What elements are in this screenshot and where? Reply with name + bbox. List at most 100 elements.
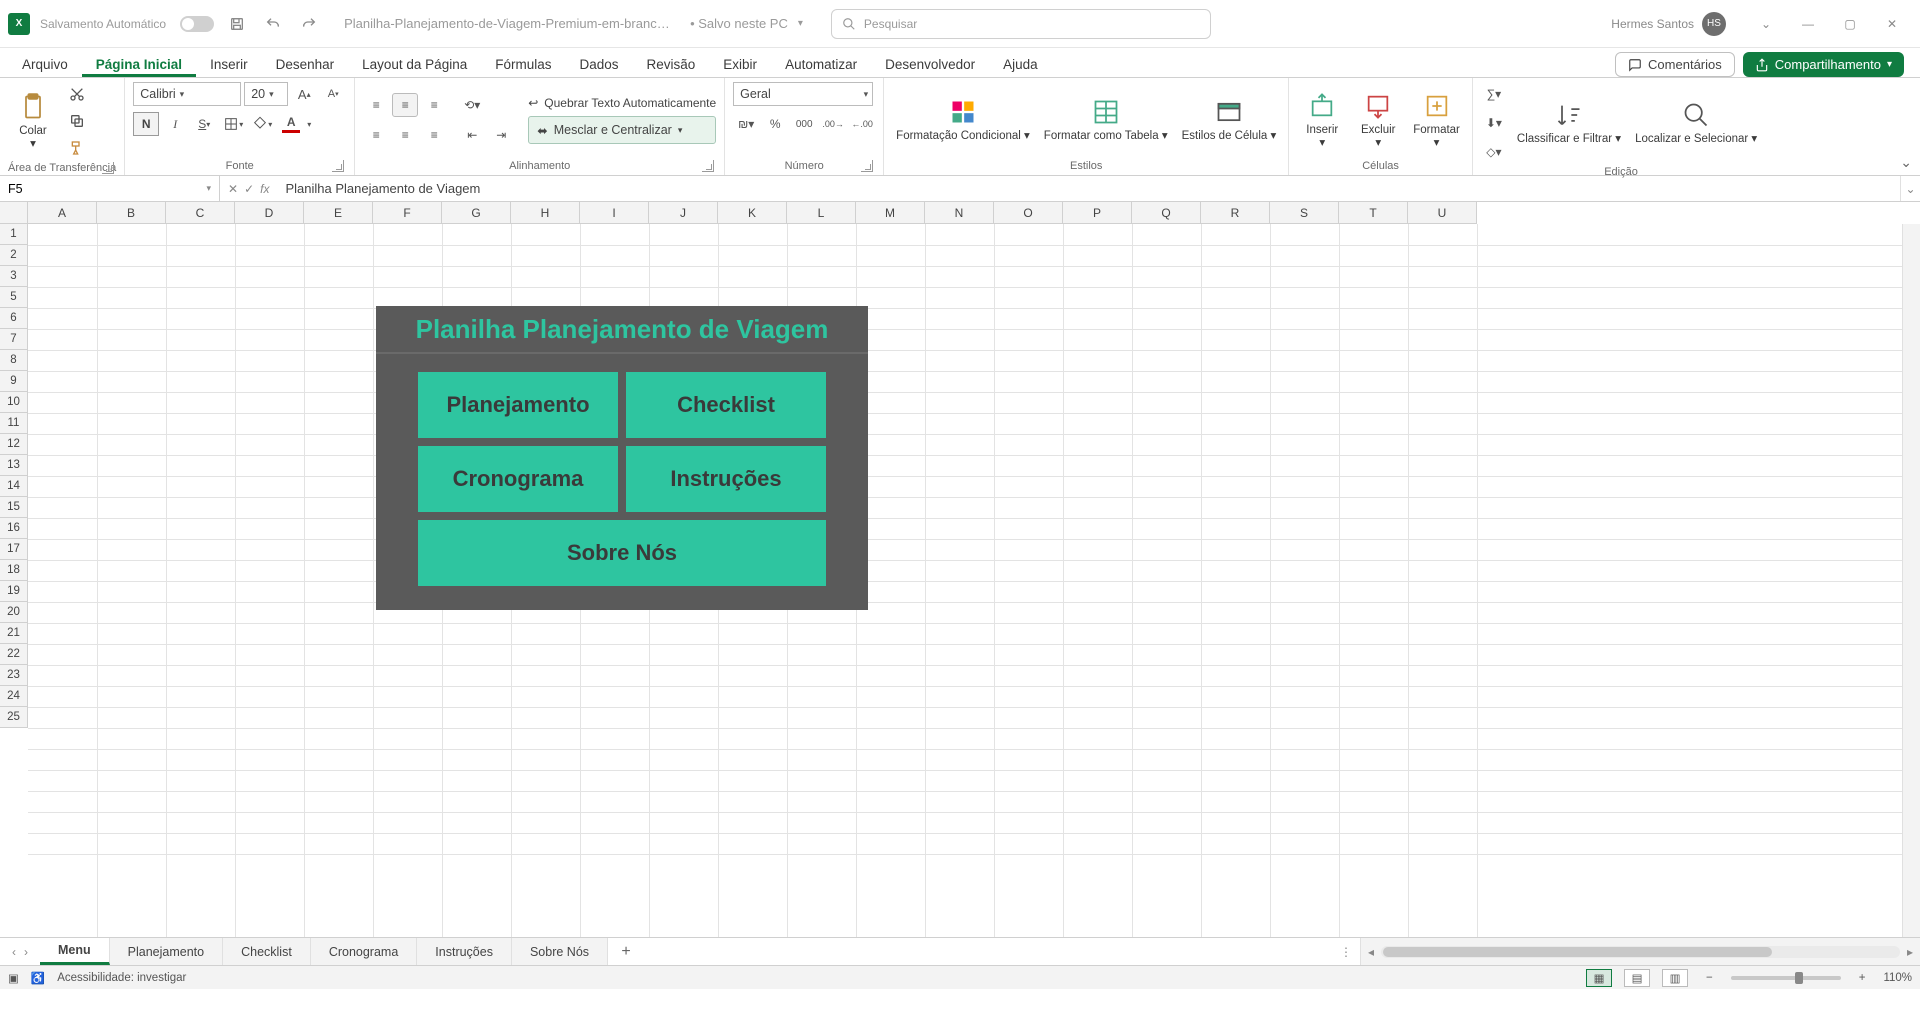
align-center-icon[interactable]: ≡	[392, 123, 418, 147]
wrap-text-button[interactable]: ↩ Quebrar Texto Automaticamente	[528, 96, 716, 110]
tab-revisao[interactable]: Revisão	[633, 51, 710, 77]
page-layout-view-icon[interactable]: ▤	[1624, 969, 1650, 987]
underline-button[interactable]: S ▾	[191, 112, 217, 136]
select-all-corner[interactable]	[0, 202, 28, 224]
row-header[interactable]: 17	[0, 539, 28, 560]
cut-icon[interactable]	[64, 82, 90, 106]
chevron-down-icon[interactable]: ▾	[206, 183, 211, 194]
record-macro-icon[interactable]: ▣	[8, 971, 19, 985]
redo-icon[interactable]	[296, 11, 322, 37]
row-header[interactable]: 5	[0, 287, 28, 308]
sheet-tab-cronograma[interactable]: Cronograma	[311, 938, 417, 965]
col-header[interactable]: R	[1201, 202, 1270, 224]
tab-scroll-left-icon[interactable]: ‹	[12, 945, 16, 959]
delete-cells-button[interactable]: Excluir▾	[1353, 88, 1403, 152]
scroll-right-icon[interactable]: ▸	[1900, 945, 1920, 959]
tab-arquivo[interactable]: Arquivo	[8, 51, 82, 77]
insert-cells-button[interactable]: Inserir▾	[1297, 88, 1347, 152]
bold-button[interactable]: N	[133, 112, 159, 136]
col-header[interactable]: A	[28, 202, 97, 224]
col-header[interactable]: O	[994, 202, 1063, 224]
col-header[interactable]: H	[511, 202, 580, 224]
row-header[interactable]: 23	[0, 665, 28, 686]
font-color-button[interactable]: A	[278, 112, 304, 136]
dialog-launcher-icon[interactable]	[102, 162, 114, 174]
borders-button[interactable]: ▾	[220, 112, 246, 136]
merge-center-button[interactable]: ⬌ Mesclar e Centralizar ▾	[528, 116, 716, 144]
format-cells-button[interactable]: Formatar▾	[1409, 88, 1464, 152]
tab-desenhar[interactable]: Desenhar	[262, 51, 349, 77]
chevron-down-icon[interactable]: ▾	[798, 18, 803, 29]
row-headers[interactable]: 1235678910111213141516171819202122232425	[0, 224, 28, 937]
row-header[interactable]: 9	[0, 371, 28, 392]
increase-decimal-icon[interactable]: .00→	[820, 112, 846, 136]
horizontal-scrollbar[interactable]: ◂ ▸	[1360, 938, 1920, 965]
sheet-tab-checklist[interactable]: Checklist	[223, 938, 311, 965]
decrease-font-icon[interactable]: A▾	[320, 82, 346, 106]
tab-layout[interactable]: Layout da Página	[348, 51, 481, 77]
cells-area[interactable]: Planilha Planejamento de Viagem Planejam…	[28, 224, 1902, 937]
fill-icon[interactable]: ⬇▾	[1481, 111, 1507, 135]
add-sheet-button[interactable]: +	[608, 938, 644, 965]
align-right-icon[interactable]: ≡	[421, 123, 447, 147]
align-top-icon[interactable]: ≡	[363, 93, 389, 117]
autosave-toggle[interactable]	[180, 16, 214, 32]
increase-font-icon[interactable]: A▴	[291, 82, 317, 106]
vertical-scrollbar[interactable]	[1902, 224, 1920, 937]
dialog-launcher-icon[interactable]	[702, 160, 714, 172]
page-break-view-icon[interactable]: ▥	[1662, 969, 1688, 987]
menu-cell-instrucoes[interactable]: Instruções	[626, 446, 826, 512]
row-header[interactable]: 25	[0, 707, 28, 728]
col-header[interactable]: D	[235, 202, 304, 224]
col-header[interactable]: P	[1063, 202, 1132, 224]
row-header[interactable]: 18	[0, 560, 28, 581]
row-header[interactable]: 11	[0, 413, 28, 434]
tab-dados[interactable]: Dados	[565, 51, 632, 77]
undo-icon[interactable]	[260, 11, 286, 37]
col-header[interactable]: F	[373, 202, 442, 224]
number-format-combo[interactable]: Geral▾	[733, 82, 873, 106]
col-header[interactable]: E	[304, 202, 373, 224]
tab-scroll-right-icon[interactable]: ›	[24, 945, 28, 959]
row-header[interactable]: 16	[0, 518, 28, 539]
percent-format-icon[interactable]: %	[762, 112, 788, 136]
col-header[interactable]: Q	[1132, 202, 1201, 224]
row-header[interactable]: 19	[0, 581, 28, 602]
cancel-formula-icon[interactable]: ✕	[228, 182, 238, 196]
col-header[interactable]: N	[925, 202, 994, 224]
format-as-table-button[interactable]: Formatar como Tabela ▾	[1040, 94, 1172, 145]
conditional-formatting-button[interactable]: Formatação Condicional ▾	[892, 94, 1034, 145]
zoom-out-button[interactable]: −	[1700, 972, 1719, 984]
italic-button[interactable]: I	[162, 112, 188, 136]
tab-exibir[interactable]: Exibir	[709, 51, 771, 77]
maximize-icon[interactable]: ▢	[1830, 10, 1870, 38]
comments-button[interactable]: Comentários	[1615, 52, 1735, 77]
tab-formulas[interactable]: Fórmulas	[481, 51, 565, 77]
tab-desenvolvedor[interactable]: Desenvolvedor	[871, 51, 989, 77]
row-header[interactable]: 10	[0, 392, 28, 413]
copy-icon[interactable]	[64, 109, 90, 133]
tab-inserir[interactable]: Inserir	[196, 51, 262, 77]
find-select-button[interactable]: Localizar e Selecionar ▾	[1631, 97, 1761, 148]
zoom-slider[interactable]	[1731, 976, 1841, 980]
font-size-combo[interactable]: 20▾	[244, 82, 288, 106]
enter-formula-icon[interactable]: ✓	[244, 182, 254, 196]
fx-icon[interactable]: fx	[260, 182, 269, 196]
dialog-launcher-icon[interactable]	[332, 160, 344, 172]
row-header[interactable]: 24	[0, 686, 28, 707]
share-button[interactable]: Compartilhamento ▾	[1743, 52, 1904, 77]
paste-button[interactable]: Colar▾	[8, 89, 58, 153]
accessibility-icon[interactable]: ♿	[31, 971, 45, 985]
orientation-icon[interactable]: ⟲▾	[459, 93, 485, 117]
menu-cell-sobre[interactable]: Sobre Nós	[418, 520, 826, 586]
cell-styles-button[interactable]: Estilos de Célula ▾	[1178, 94, 1281, 145]
row-header[interactable]: 12	[0, 434, 28, 455]
autosum-icon[interactable]: ∑▾	[1481, 82, 1507, 106]
dialog-launcher-icon[interactable]	[861, 160, 873, 172]
col-header[interactable]: I	[580, 202, 649, 224]
col-header[interactable]: B	[97, 202, 166, 224]
col-header[interactable]: K	[718, 202, 787, 224]
col-header[interactable]: L	[787, 202, 856, 224]
menu-cell-planejamento[interactable]: Planejamento	[418, 372, 618, 438]
row-header[interactable]: 6	[0, 308, 28, 329]
